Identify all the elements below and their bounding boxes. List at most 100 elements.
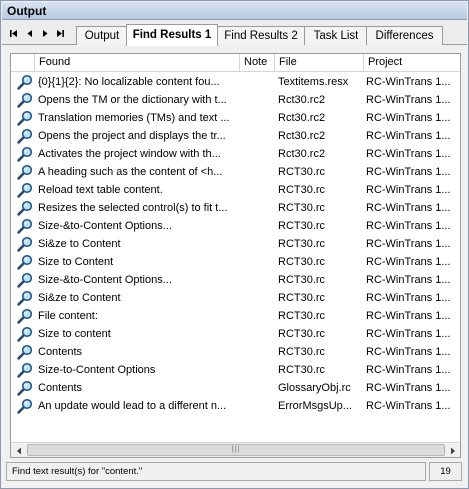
result-row[interactable]: Size-&to-Content Options... RCT30.rc RC-Wi…	[11, 271, 460, 289]
result-project: RC-WinTrans 1...	[366, 94, 451, 106]
result-note	[242, 127, 274, 145]
result-found-text: Resizes the selected control(s) to fit t…	[38, 202, 228, 214]
result-note	[242, 163, 274, 181]
header-note[interactable]: Note	[240, 54, 275, 72]
result-found-text: Activates the project window with th...	[38, 148, 221, 160]
header-found[interactable]: Found	[35, 54, 240, 72]
scroll-thumb[interactable]: |||	[27, 444, 445, 456]
tab-find-results-2[interactable]: Find Results 2	[216, 26, 306, 45]
result-project: RC-WinTrans 1...	[366, 238, 451, 250]
tab-differences[interactable]: Differences	[366, 26, 443, 45]
result-row[interactable]: Size to content RCT30.rc RC-WinTrans 1...	[11, 325, 460, 343]
result-found-text: Opens the project and displays the tr...	[38, 130, 226, 142]
result-note	[242, 343, 274, 361]
result-found-text: A heading such as the content of <h...	[38, 166, 223, 178]
result-found-text: Contents	[38, 382, 83, 394]
result-file: RCT30.rc	[278, 364, 326, 376]
scroll-right-icon[interactable]	[445, 443, 460, 457]
header-file[interactable]: File	[275, 54, 364, 72]
result-found-text: Size-&to-Content Options...	[38, 274, 172, 286]
result-file: Rct30.rc2	[278, 130, 326, 142]
result-found-text: Size-&to-Content Options...	[38, 220, 172, 232]
magnifier-icon	[17, 127, 35, 145]
result-note	[242, 361, 274, 379]
result-file: RCT30.rc	[278, 184, 326, 196]
result-row[interactable]: Resizes the selected control(s) to fit t…	[11, 199, 460, 217]
result-found-text: Translation memories (TMs) and text ...	[38, 112, 230, 124]
tab-output[interactable]: Output	[76, 26, 128, 45]
header-project[interactable]: Project	[364, 54, 460, 72]
magnifier-icon	[17, 343, 35, 361]
result-file: RCT30.rc	[278, 346, 326, 358]
result-found-text: Reload text table content.	[38, 184, 163, 196]
result-file: RCT30.rc	[278, 328, 326, 340]
tab-find-results-1[interactable]: Find Results 1	[126, 24, 218, 46]
result-found-text: Si&ze to Content	[38, 238, 121, 250]
result-found-text: Contents	[38, 346, 83, 358]
list-header: Found Note File Project	[11, 54, 460, 72]
result-row[interactable]: Size-to-Content Options RCT30.rc RC-WinTra…	[11, 361, 460, 379]
result-note	[242, 253, 274, 271]
result-file: RCT30.rc	[278, 238, 326, 250]
result-row[interactable]: Size-&to-Content Options... RCT30.rc RC-Wi…	[11, 217, 460, 235]
result-row[interactable]: Si&ze to Content RCT30.rc RC-WinTrans 1...	[11, 235, 460, 253]
result-rows: {0}{1}{2}: No localizable content fou...…	[11, 73, 460, 415]
result-file: RCT30.rc	[278, 220, 326, 232]
result-note	[242, 235, 274, 253]
result-file: Textitems.resx	[278, 76, 349, 88]
result-project: RC-WinTrans 1...	[366, 382, 451, 394]
result-note	[242, 307, 274, 325]
result-note	[242, 109, 274, 127]
output-panel: Output Output Find Results 1 Find Result…	[0, 0, 469, 489]
result-row[interactable]: Opens the project and displays the tr...…	[11, 127, 460, 145]
result-row[interactable]: File content: RCT30.rc RC-WinTrans 1...	[11, 307, 460, 325]
result-project: RC-WinTrans 1...	[366, 256, 451, 268]
result-row[interactable]: Activates the project window with th... R…	[11, 145, 460, 163]
result-project: RC-WinTrans 1...	[366, 76, 451, 88]
result-note	[242, 397, 274, 415]
magnifier-icon	[17, 397, 35, 415]
magnifier-icon	[17, 73, 35, 91]
result-count: 19	[429, 462, 462, 481]
magnifier-icon	[17, 289, 35, 307]
result-file: RCT30.rc	[278, 310, 326, 322]
result-project: RC-WinTrans 1...	[366, 328, 451, 340]
magnifier-icon	[17, 199, 35, 217]
result-row[interactable]: Contents GlossaryObj.rc RC-WinTrans 1...	[11, 379, 460, 397]
result-row[interactable]: Contents RCT30.rc RC-WinTrans 1...	[11, 343, 460, 361]
result-file: RCT30.rc	[278, 256, 326, 268]
result-row[interactable]: Si&ze to Content RCT30.rc RC-WinTrans 1...	[11, 289, 460, 307]
last-icon[interactable]	[54, 27, 66, 39]
result-found-text: Size-to-Content Options	[38, 364, 156, 376]
result-project: RC-WinTrans 1...	[366, 130, 451, 142]
result-note	[242, 199, 274, 217]
result-project: RC-WinTrans 1...	[366, 148, 451, 160]
magnifier-icon	[17, 307, 35, 325]
result-found-text: File content:	[38, 310, 98, 322]
result-row[interactable]: {0}{1}{2}: No localizable content fou...…	[11, 73, 460, 91]
result-note	[242, 73, 274, 91]
result-row[interactable]: Size to Content RCT30.rc RC-WinTrans 1...	[11, 253, 460, 271]
result-row[interactable]: Opens the TM or the dictionary with t...…	[11, 91, 460, 109]
magnifier-icon	[17, 379, 35, 397]
result-project: RC-WinTrans 1...	[366, 184, 451, 196]
result-found-text: An update would lead to a different n...	[38, 400, 227, 412]
header-icon-column[interactable]	[11, 54, 35, 72]
result-row[interactable]: Translation memories (TMs) and text ... R…	[11, 109, 460, 127]
next-icon[interactable]	[39, 27, 51, 39]
magnifier-icon	[17, 235, 35, 253]
result-row[interactable]: An update would lead to a different n...…	[11, 397, 460, 415]
result-project: RC-WinTrans 1...	[366, 400, 451, 412]
tab-task-list[interactable]: Task List	[304, 26, 368, 45]
magnifier-icon	[17, 109, 35, 127]
result-row[interactable]: Reload text table content. RCT30.rc RC-Win…	[11, 181, 460, 199]
result-found-text: Si&ze to Content	[38, 292, 121, 304]
previous-icon[interactable]	[24, 27, 36, 39]
result-row[interactable]: A heading such as the content of <h... RC…	[11, 163, 460, 181]
scroll-left-icon[interactable]	[11, 443, 26, 457]
result-project: RC-WinTrans 1...	[366, 202, 451, 214]
result-note	[242, 181, 274, 199]
horizontal-scrollbar[interactable]: |||	[11, 442, 460, 457]
first-icon[interactable]	[8, 27, 20, 39]
find-results-list: Found Note File Project {0}{1}{2}: No lo…	[10, 53, 461, 458]
